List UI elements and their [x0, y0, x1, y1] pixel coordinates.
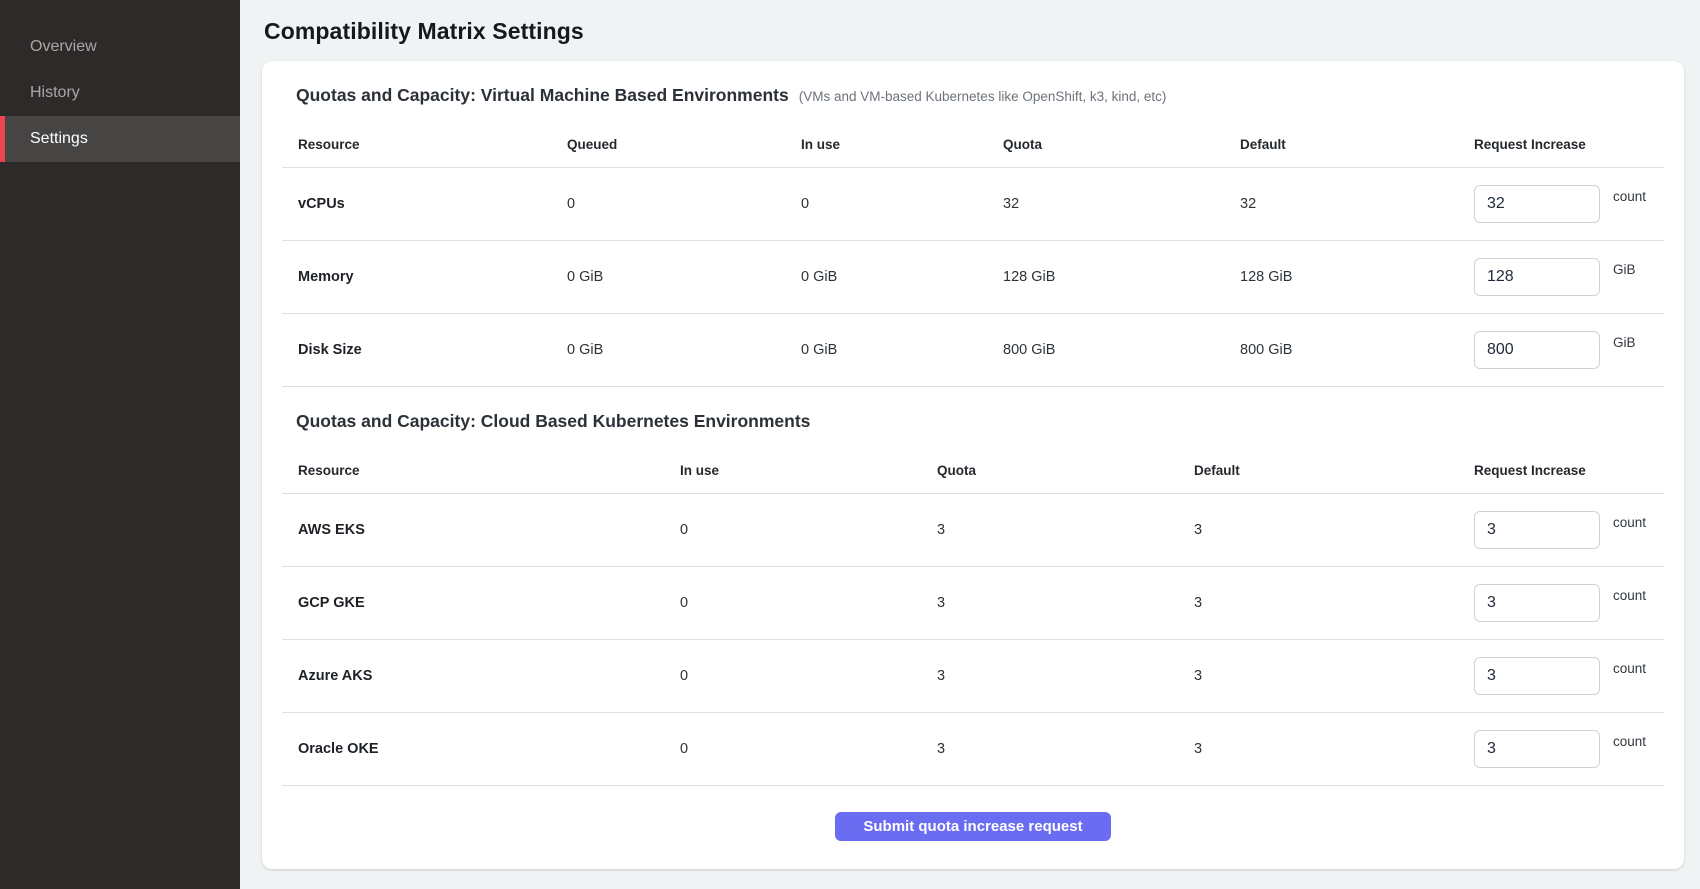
unit-label: count [1613, 588, 1646, 603]
column-header-default: Default [1240, 137, 1474, 152]
cell-request-increase: GiB [1474, 331, 1664, 369]
unit-label: GiB [1613, 335, 1636, 350]
cell-default: 128 GiB [1240, 269, 1474, 285]
cell-quota: 128 GiB [1003, 269, 1240, 285]
sidebar-item-label: History [30, 84, 80, 102]
table-row-gcp-gke: GCP GKE033count [282, 567, 1664, 640]
vm-section-subtitle: (VMs and VM-based Kubernetes like OpenSh… [799, 89, 1167, 104]
cell-default: 32 [1240, 196, 1474, 212]
table-header-row: ResourceQueuedIn useQuotaDefaultRequest … [282, 122, 1664, 168]
cell-request-increase: count [1474, 730, 1664, 768]
submit-button-row: Submit quota increase request [282, 786, 1664, 863]
cell-in-use: 0 [801, 196, 1003, 212]
cell-in-use: 0 [680, 741, 937, 757]
unit-label: GiB [1613, 262, 1636, 277]
aws-eks-request-increase-input[interactable] [1474, 511, 1600, 549]
vm-quota-table: ResourceQueuedIn useQuotaDefaultRequest … [282, 122, 1664, 387]
table-row-vcpus: vCPUs003232count [282, 168, 1664, 241]
cell-quota: 3 [937, 668, 1194, 684]
column-header-in-use: In use [801, 137, 1003, 152]
cell-request-increase: count [1474, 185, 1664, 223]
cell-resource: vCPUs [282, 196, 567, 212]
sidebar-item-label: Overview [30, 38, 97, 56]
sidebar-item-history[interactable]: History [0, 70, 240, 116]
cloud-quota-table: ResourceIn useQuotaDefaultRequest Increa… [282, 448, 1664, 786]
cell-in-use: 0 GiB [801, 342, 1003, 358]
cell-quota: 3 [937, 595, 1194, 611]
cell-queued: 0 GiB [567, 269, 801, 285]
column-header-request-increase: Request Increase [1474, 137, 1664, 152]
table-header-row: ResourceIn useQuotaDefaultRequest Increa… [282, 448, 1664, 494]
sidebar-item-settings[interactable]: Settings [0, 116, 240, 162]
cloud-section-title: Quotas and Capacity: Cloud Based Kuberne… [296, 411, 810, 432]
table-row-azure-aks: Azure AKS033count [282, 640, 1664, 713]
disk-size-request-increase-input[interactable] [1474, 331, 1600, 369]
cell-resource: Memory [282, 269, 567, 285]
table-row-aws-eks: AWS EKS033count [282, 494, 1664, 567]
column-header-quota: Quota [937, 463, 1194, 478]
vm-section-header: Quotas and Capacity: Virtual Machine Bas… [282, 61, 1664, 122]
cell-resource: AWS EKS [282, 522, 680, 538]
cell-default: 3 [1194, 595, 1474, 611]
cell-in-use: 0 [680, 522, 937, 538]
cell-default: 3 [1194, 522, 1474, 538]
cell-resource: Oracle OKE [282, 741, 680, 757]
cell-resource: GCP GKE [282, 595, 680, 611]
cell-request-increase: count [1474, 511, 1664, 549]
table-row-disk-size: Disk Size0 GiB0 GiB800 GiB800 GiBGiB [282, 314, 1664, 387]
cell-request-increase: count [1474, 657, 1664, 695]
cell-resource: Azure AKS [282, 668, 680, 684]
vm-section-title: Quotas and Capacity: Virtual Machine Bas… [296, 85, 789, 106]
vcpus-request-increase-input[interactable] [1474, 185, 1600, 223]
oracle-oke-request-increase-input[interactable] [1474, 730, 1600, 768]
sidebar-item-label: Settings [30, 130, 88, 148]
page-title: Compatibility Matrix Settings [264, 18, 1684, 45]
cell-in-use: 0 [680, 668, 937, 684]
azure-aks-request-increase-input[interactable] [1474, 657, 1600, 695]
column-header-quota: Quota [1003, 137, 1240, 152]
cloud-quota-section: Quotas and Capacity: Cloud Based Kuberne… [282, 387, 1664, 786]
sidebar-item-overview[interactable]: Overview [0, 24, 240, 70]
cell-quota: 32 [1003, 196, 1240, 212]
column-header-resource: Resource [282, 137, 567, 152]
cell-quota: 800 GiB [1003, 342, 1240, 358]
cell-default: 3 [1194, 741, 1474, 757]
column-header-request-increase: Request Increase [1474, 463, 1664, 478]
cell-request-increase: GiB [1474, 258, 1664, 296]
cell-queued: 0 [567, 196, 801, 212]
unit-label: count [1613, 661, 1646, 676]
cell-default: 3 [1194, 668, 1474, 684]
submit-quota-increase-button[interactable]: Submit quota increase request [835, 812, 1110, 841]
cell-default: 800 GiB [1240, 342, 1474, 358]
table-row-oracle-oke: Oracle OKE033count [282, 713, 1664, 786]
memory-request-increase-input[interactable] [1474, 258, 1600, 296]
cell-quota: 3 [937, 522, 1194, 538]
table-row-memory: Memory0 GiB0 GiB128 GiB128 GiBGiB [282, 241, 1664, 314]
cell-resource: Disk Size [282, 342, 567, 358]
column-header-in-use: In use [680, 463, 937, 478]
settings-card: Quotas and Capacity: Virtual Machine Bas… [262, 61, 1684, 869]
column-header-queued: Queued [567, 137, 801, 152]
cell-request-increase: count [1474, 584, 1664, 622]
cell-in-use: 0 [680, 595, 937, 611]
cell-quota: 3 [937, 741, 1194, 757]
vm-quota-section: Quotas and Capacity: Virtual Machine Bas… [282, 61, 1664, 387]
column-header-resource: Resource [282, 463, 680, 478]
cell-queued: 0 GiB [567, 342, 801, 358]
unit-label: count [1613, 515, 1646, 530]
sidebar: Overview History Settings [0, 0, 240, 889]
unit-label: count [1613, 734, 1646, 749]
unit-label: count [1613, 189, 1646, 204]
column-header-default: Default [1194, 463, 1474, 478]
gcp-gke-request-increase-input[interactable] [1474, 584, 1600, 622]
cell-in-use: 0 GiB [801, 269, 1003, 285]
main-content: Compatibility Matrix Settings Quotas and… [240, 0, 1700, 889]
cloud-section-header: Quotas and Capacity: Cloud Based Kuberne… [282, 387, 1664, 448]
